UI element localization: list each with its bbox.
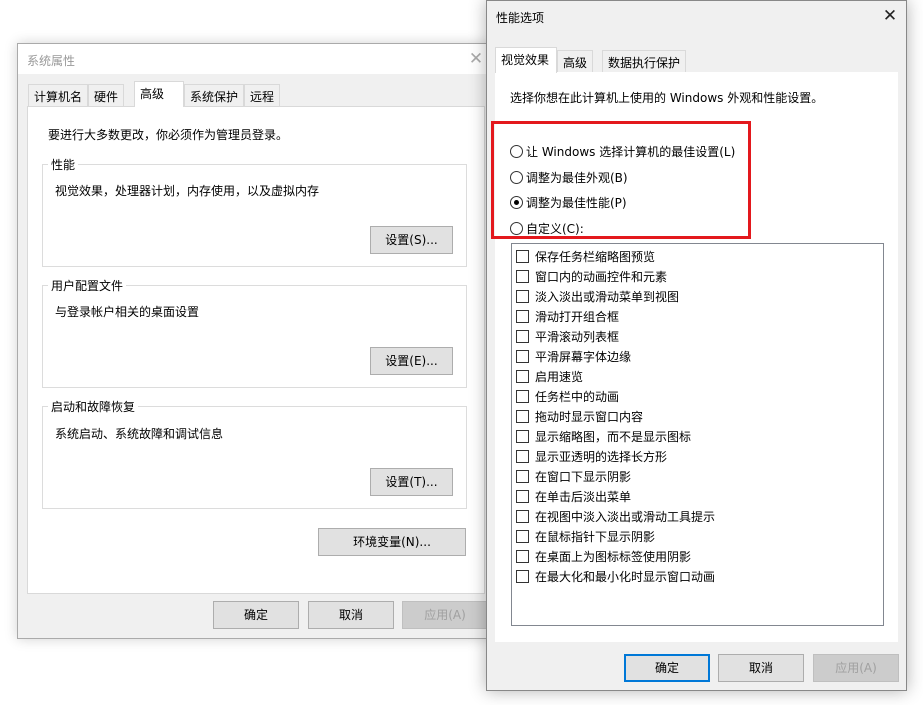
checkbox[interactable] [516,449,529,463]
checkbox[interactable] [516,329,529,343]
startup-recovery-settings-button[interactable]: 设置(T)... [370,468,453,496]
checkbox-label: 任务栏中的动画 [535,389,620,404]
checkbox-label: 在最大化和最小化时显示窗口动画 [535,569,716,584]
ok-button[interactable]: 确定 [213,601,299,629]
environment-variables-button[interactable]: 环境变量(N)... [318,528,466,556]
checkbox[interactable] [516,269,529,283]
checkbox[interactable] [516,409,529,423]
checkbox-label: 在单击后淡出菜单 [535,489,632,504]
checkbox[interactable] [516,369,529,383]
tab-visual-effects[interactable]: 视觉效果 [495,47,557,73]
checkbox-item[interactable]: 窗口内的动画控件和元素 [516,267,667,285]
checkbox-label: 滑动打开组合框 [535,309,620,324]
apply-button[interactable]: 应用(A) [402,601,488,629]
advanced-tab-panel: 要进行大多数更改，你必须作为管理员登录。 性能 视觉效果，处理器计划，内存使用，… [27,106,485,594]
checkbox-label: 窗口内的动画控件和元素 [535,269,668,284]
performance-description: 视觉效果，处理器计划，内存使用，以及虚拟内存 [55,184,320,198]
checkbox-item[interactable]: 显示缩略图，而不是显示图标 [516,427,691,445]
checkbox-item[interactable]: 淡入淡出或滑动菜单到视图 [516,287,679,305]
checkbox-item[interactable]: 启用速览 [516,367,583,385]
checkbox[interactable] [516,309,529,323]
cancel-button[interactable]: 取消 [718,654,804,682]
cancel-button[interactable]: 取消 [308,601,394,629]
system-properties-title: 系统属性 [27,54,76,68]
checkbox-item[interactable]: 在单击后淡出菜单 [516,487,631,505]
checkbox-label: 在桌面上为图标标签使用阴影 [535,549,692,564]
checkbox-item[interactable]: 拖动时显示窗口内容 [516,407,643,425]
checkbox-label: 淡入淡出或滑动菜单到视图 [535,289,680,304]
checkbox[interactable] [516,289,529,303]
checkbox-item[interactable]: 在桌面上为图标标签使用阴影 [516,547,691,565]
checkbox[interactable] [516,389,529,403]
checkbox-label: 显示亚透明的选择长方形 [535,449,668,464]
performance-settings-button[interactable]: 设置(S)... [370,226,453,254]
tab-advanced[interactable]: 高级 [134,81,184,107]
tab-data-execution-prevention[interactable]: 数据执行保护 [602,50,687,72]
intro-text: 选择你想在此计算机上使用的 Windows 外观和性能设置。 [510,91,824,105]
checkbox-item[interactable]: 在视图中淡入淡出或滑动工具提示 [516,507,715,525]
checkbox[interactable] [516,569,529,583]
checkbox-label: 在视图中淡入淡出或滑动工具提示 [535,509,716,524]
checkbox-label: 保存任务栏缩略图预览 [535,249,656,264]
system-properties-dialog: 系统属性 ✕ 计算机名 硬件 高级 系统保护 远程 要进行大多数更改，你必须作为… [17,43,493,639]
admin-notice: 要进行大多数更改，你必须作为管理员登录。 [48,128,289,142]
user-profiles-group-label: 用户配置文件 [48,277,127,294]
tab-hardware[interactable]: 硬件 [88,84,125,106]
checkbox-item[interactable]: 在窗口下显示阴影 [516,467,631,485]
close-icon[interactable]: ✕ [880,6,900,26]
checkbox-label: 平滑滚动列表框 [535,329,620,344]
startup-recovery-group-label: 启动和故障恢复 [48,398,139,415]
checkbox-item[interactable]: 任务栏中的动画 [516,387,619,405]
checkbox[interactable] [516,549,529,563]
checkbox-label: 在窗口下显示阴影 [535,469,632,484]
checkbox-label: 拖动时显示窗口内容 [535,409,644,424]
checkbox-item[interactable]: 平滑滚动列表框 [516,327,619,345]
checkbox-item[interactable]: 平滑屏幕字体边缘 [516,347,631,365]
tab-system-protection[interactable]: 系统保护 [184,84,245,106]
checkbox-label: 平滑屏幕字体边缘 [535,349,632,364]
close-icon[interactable]: ✕ [466,49,486,69]
checkbox-item[interactable]: 保存任务栏缩略图预览 [516,247,655,265]
apply-button[interactable]: 应用(A) [813,654,899,682]
checkbox-label: 在鼠标指针下显示阴影 [535,529,656,544]
system-properties-titlebar[interactable]: 系统属性 ✕ [18,44,492,74]
checkbox[interactable] [516,429,529,443]
checkbox-item[interactable]: 在最大化和最小化时显示窗口动画 [516,567,715,585]
checkbox-item[interactable]: 在鼠标指针下显示阴影 [516,527,655,545]
checkbox-item[interactable]: 显示亚透明的选择长方形 [516,447,667,465]
checkbox-item[interactable]: 滑动打开组合框 [516,307,619,325]
checkbox[interactable] [516,489,529,503]
tab-remote[interactable]: 远程 [244,84,281,106]
user-profiles-description: 与登录帐户相关的桌面设置 [55,305,200,319]
checkbox[interactable] [516,509,529,523]
performance-options-titlebar[interactable]: 性能选项 ✕ [487,1,906,31]
visual-effects-checkbox-list[interactable]: 保存任务栏缩略图预览 窗口内的动画控件和元素 淡入淡出或滑动菜单到视图 滑动打开… [511,243,884,626]
performance-options-title: 性能选项 [496,11,545,25]
checkbox[interactable] [516,469,529,483]
checkbox-label: 显示缩略图，而不是显示图标 [535,429,692,444]
tab-advanced[interactable]: 高级 [557,50,594,72]
ok-button[interactable]: 确定 [624,654,710,682]
startup-recovery-description: 系统启动、系统故障和调试信息 [55,427,224,441]
checkbox[interactable] [516,249,529,263]
performance-options-dialog: 性能选项 ✕ 视觉效果 高级 数据执行保护 选择你想在此计算机上使用的 Wind… [486,0,907,691]
performance-group-label: 性能 [48,156,79,173]
checkbox-label: 启用速览 [535,369,584,384]
checkbox[interactable] [516,529,529,543]
checkbox[interactable] [516,349,529,363]
highlight-annotation-box [491,121,751,239]
user-profiles-settings-button[interactable]: 设置(E)... [370,347,453,375]
tab-computer-name[interactable]: 计算机名 [28,84,89,106]
